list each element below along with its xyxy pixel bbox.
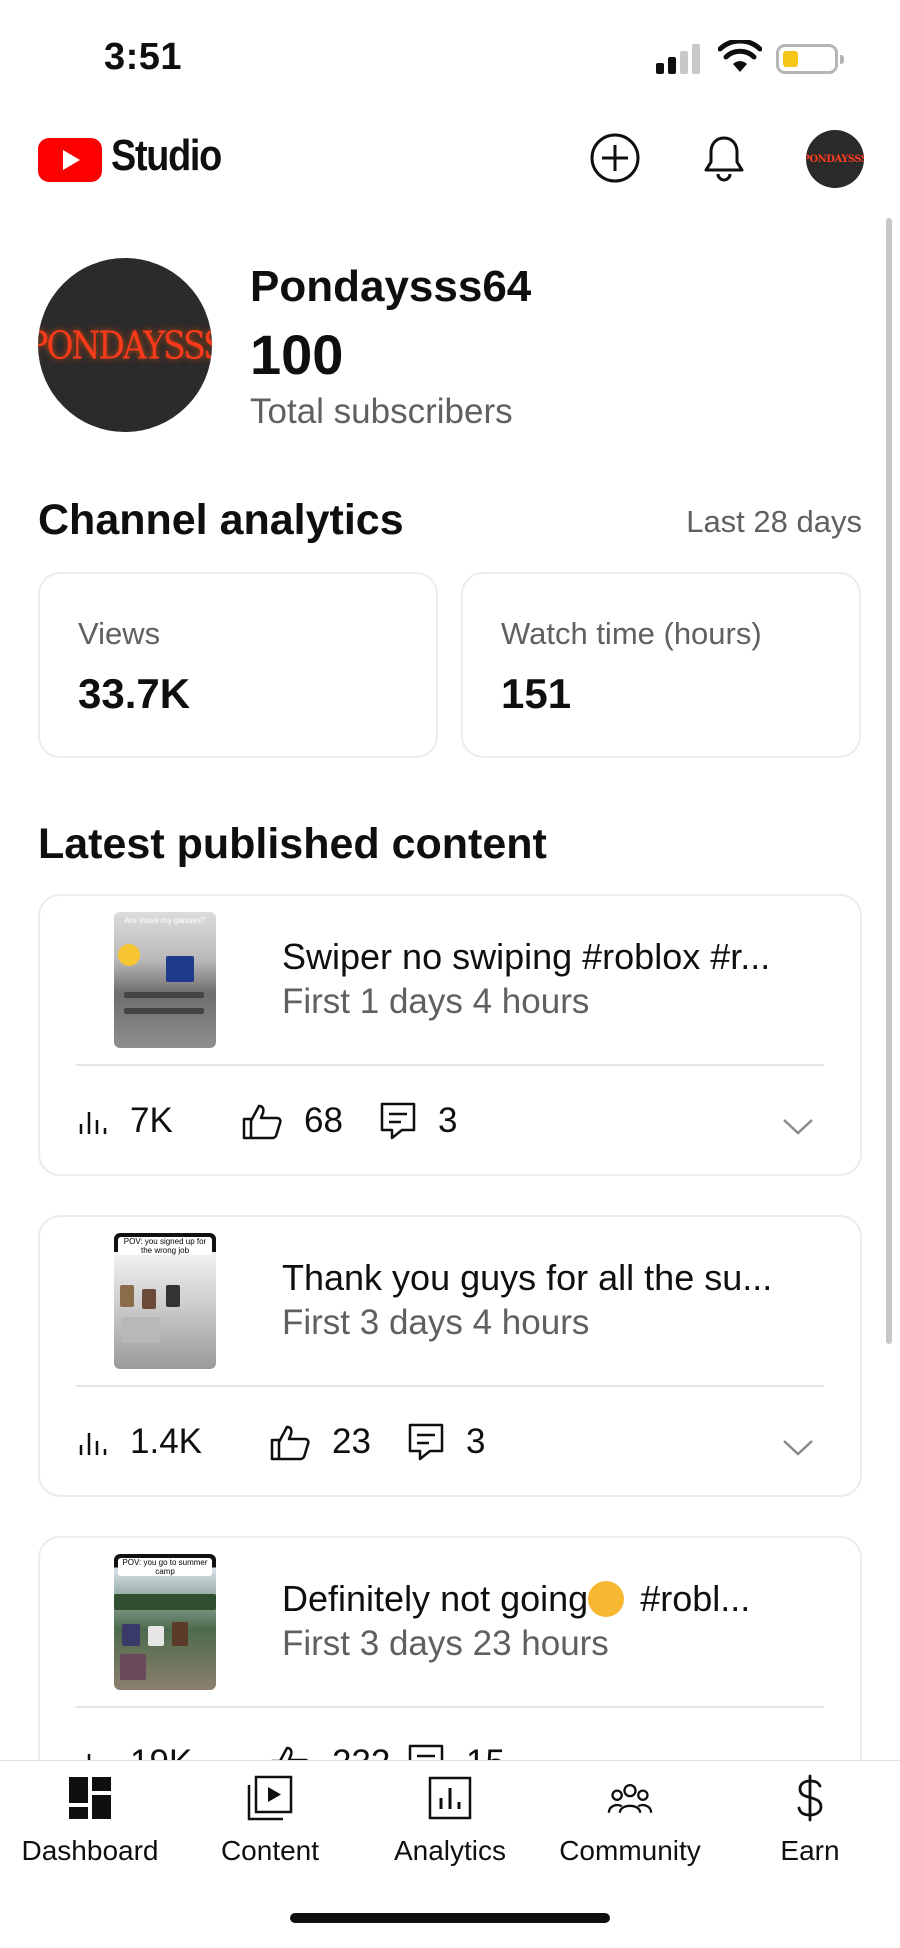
comments-metric: 3	[406, 1417, 485, 1467]
video-thumbnail[interactable]: Are those my glasses?	[114, 912, 216, 1048]
content-icon	[247, 1775, 293, 1821]
watch-time-label: Watch time (hours)	[501, 616, 762, 651]
nav-label: Dashboard	[21, 1835, 159, 1866]
channel-avatar[interactable]: PONDAYSSS	[38, 258, 212, 432]
studio-logo-text: Studio	[111, 131, 222, 180]
channel-avatar-text: PONDAYSSS	[38, 322, 212, 368]
thumbnail-caption: POV: you go to summer camp	[118, 1558, 212, 1576]
bar-chart-icon	[79, 1112, 107, 1134]
comments-metric: 3	[378, 1096, 457, 1146]
youtube-logo-icon	[38, 138, 102, 182]
video-thumbnail[interactable]: POV: you signed up for the wrong job	[114, 1233, 216, 1369]
video-card[interactable]: POV: you signed up for the wrong job Tha…	[38, 1215, 862, 1497]
comment-icon	[408, 1423, 444, 1461]
nav-item-dashboard[interactable]: Dashboard	[0, 1775, 180, 1875]
video-timeframe: First 3 days 23 hours	[282, 1624, 609, 1663]
earn-icon	[787, 1774, 833, 1822]
plus-circle-icon	[590, 133, 640, 183]
divider	[76, 1706, 824, 1708]
video-title: Thank you guys for all the su...	[282, 1257, 773, 1298]
video-title: Definitely not going #robl...	[282, 1578, 842, 1620]
video-timeframe: First 3 days 4 hours	[282, 1303, 590, 1342]
chevron-down-icon[interactable]	[782, 1118, 814, 1136]
battery-icon	[776, 44, 844, 74]
video-timeframe: First 1 days 4 hours	[282, 982, 590, 1021]
nav-label: Community	[559, 1835, 701, 1866]
account-avatar-text: PONDAYSSS	[806, 153, 864, 165]
nav-label: Content	[220, 1835, 320, 1866]
likes-count: 68	[304, 1101, 343, 1140]
chevron-down-icon[interactable]	[782, 1439, 814, 1457]
video-card[interactable]: Are those my glasses? Swiper no swiping …	[38, 894, 862, 1176]
status-time: 3:51	[104, 36, 183, 78]
video-title: Swiper no swiping #roblox #r...	[282, 936, 771, 977]
signal-icon	[656, 44, 704, 74]
nav-item-community[interactable]: Community	[540, 1775, 720, 1875]
subscriber-count: 100	[250, 323, 344, 386]
scrollbar[interactable]	[886, 218, 892, 1344]
channel-analytics-heading: Channel analytics	[38, 496, 404, 544]
divider	[76, 1385, 824, 1387]
video-title-start: Definitely not going	[282, 1578, 589, 1619]
thumbnail-caption: Are those my glasses?	[124, 916, 206, 925]
frowning-face-icon	[588, 1581, 625, 1617]
views-label: Views	[78, 616, 161, 651]
watch-time-value: 151	[501, 670, 572, 717]
account-avatar[interactable]: PONDAYSSS	[806, 130, 864, 188]
analytics-icon	[427, 1775, 473, 1821]
nav-item-earn[interactable]: Earn	[720, 1774, 900, 1875]
notifications-button[interactable]	[694, 128, 754, 188]
status-bar: 3:51	[0, 0, 900, 110]
views-card[interactable]: Views 33.7K	[38, 572, 438, 758]
nav-item-content[interactable]: Content	[180, 1775, 360, 1875]
thumbnail-caption: POV: you signed up for the wrong job	[118, 1237, 212, 1255]
thumbs-up-icon	[242, 1104, 282, 1140]
likes-metric: 23	[268, 1417, 371, 1467]
latest-content-heading: Latest published content	[38, 820, 547, 868]
likes-metric: 68	[240, 1096, 343, 1146]
nav-label: Analytics	[393, 1835, 507, 1866]
video-title-end: #robl...	[630, 1578, 751, 1619]
comments-count: 3	[466, 1422, 486, 1461]
comments-count: 3	[438, 1101, 458, 1140]
video-metrics: 1.4K 23 3	[76, 1417, 828, 1467]
thumbs-up-icon	[270, 1425, 310, 1461]
video-metrics: 7K 68 3	[76, 1096, 828, 1146]
watch-time-card[interactable]: Watch time (hours) 151	[461, 572, 861, 758]
views-count: 7K	[130, 1101, 173, 1140]
video-thumbnail[interactable]: POV: you go to summer camp	[114, 1554, 216, 1690]
nav-item-analytics[interactable]: Analytics	[360, 1775, 540, 1875]
bell-icon	[704, 136, 744, 182]
dashboard-icon	[67, 1775, 113, 1821]
app-header: Studio PONDAYSSS	[0, 118, 900, 198]
likes-count: 23	[332, 1422, 371, 1461]
nav-label: Earn	[780, 1835, 840, 1866]
create-button[interactable]	[585, 128, 645, 188]
analytics-period: Last 28 days	[686, 504, 862, 539]
views-value: 33.7K	[78, 670, 191, 717]
comment-icon	[380, 1102, 416, 1140]
bar-chart-icon	[79, 1433, 107, 1455]
views-metric: 7K	[76, 1096, 173, 1146]
channel-name: Pondaysss64	[250, 262, 532, 311]
views-metric: 1.4K	[76, 1417, 202, 1467]
views-count: 1.4K	[130, 1422, 202, 1461]
home-indicator[interactable]	[290, 1913, 610, 1923]
divider	[76, 1064, 824, 1066]
wifi-icon	[718, 40, 762, 72]
community-icon	[607, 1775, 653, 1821]
subscriber-label: Total subscribers	[250, 392, 513, 431]
